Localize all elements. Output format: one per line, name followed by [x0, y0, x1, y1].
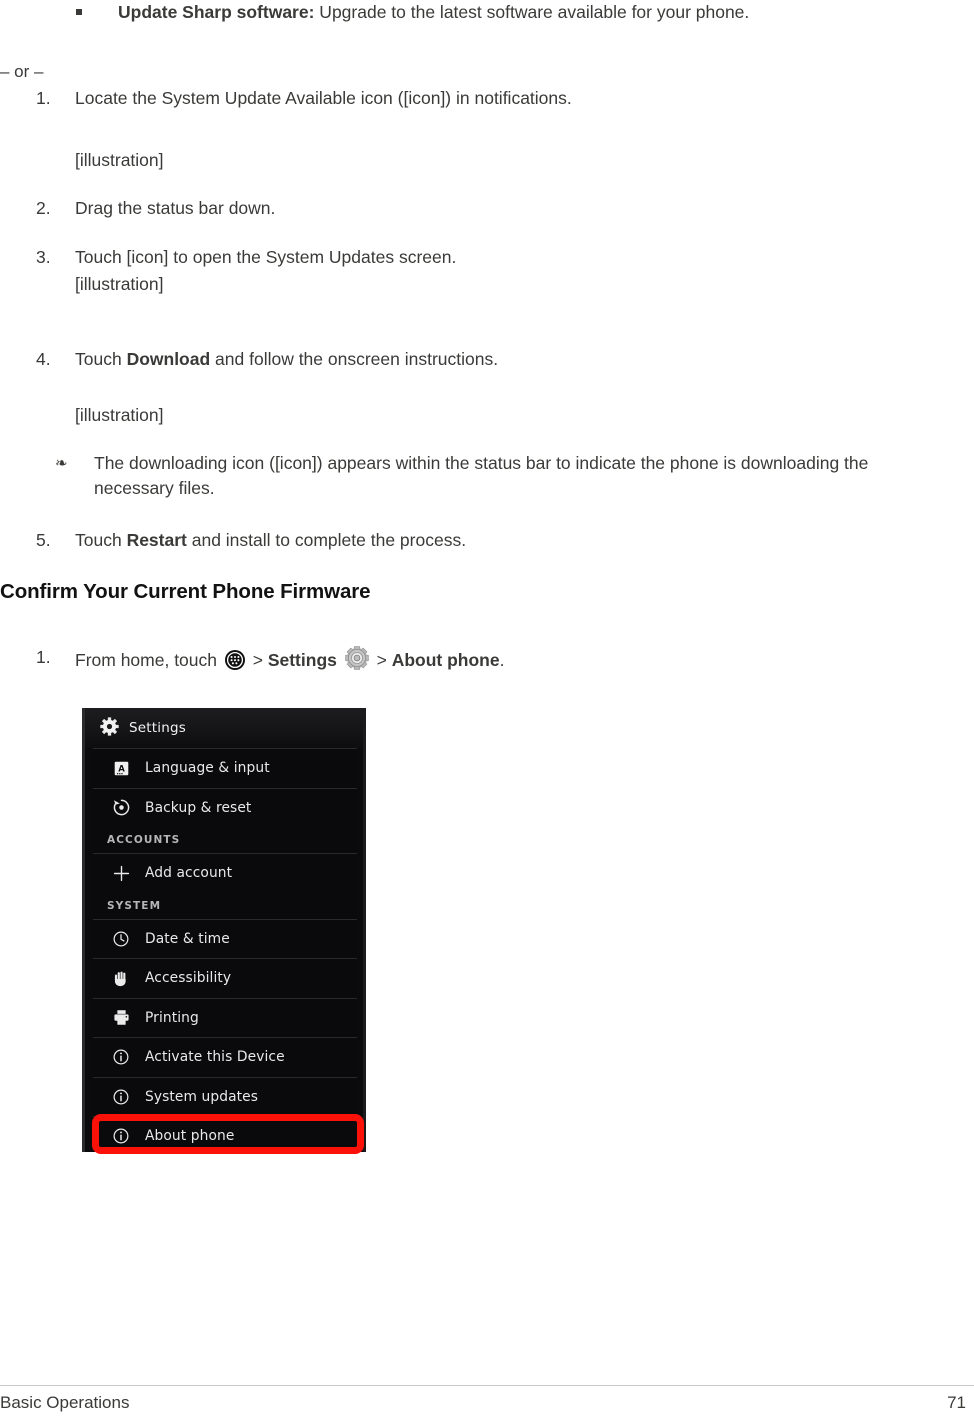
gear-icon — [344, 645, 370, 678]
or-separator: – or – — [0, 62, 44, 81]
android-settings-screenshot: Settings A Language & input Backup & res… — [82, 708, 366, 1154]
confirm-step-sep-1: > — [247, 650, 268, 670]
confirm-step-text-1: From home, touch — [75, 650, 222, 670]
language-icon: A — [110, 757, 132, 779]
app-drawer-icon — [224, 649, 246, 678]
settings-header: Settings — [85, 708, 363, 748]
step-number: 3. — [36, 247, 51, 267]
step-3: 3. Touch [icon] to open the System Updat… — [0, 245, 974, 270]
illustration-placeholder-3: [illustration] — [75, 405, 164, 425]
footer-page-number: 71 — [947, 1393, 966, 1412]
step-number: 5. — [36, 530, 51, 550]
settings-label: Settings — [267, 650, 337, 670]
settings-row-date-time[interactable]: Date & time — [93, 918, 357, 958]
step-number: 1. — [36, 88, 51, 108]
square-bullet-icon — [76, 9, 82, 15]
step-text-pre: Touch — [75, 530, 127, 550]
footer-section-label: Basic Operations — [0, 1393, 130, 1412]
gear-icon — [100, 716, 119, 740]
settings-row-label: Accessibility — [145, 970, 232, 987]
about-phone-label: About phone — [391, 650, 500, 670]
note-text: The downloading icon ([icon]) appears wi… — [94, 453, 869, 498]
step-4: 4. Touch Download and follow the onscree… — [0, 347, 974, 372]
settings-category-accounts: ACCOUNTS — [93, 827, 357, 853]
phone-screen: Settings A Language & input Backup & res… — [82, 708, 366, 1152]
settings-row-printing[interactable]: Printing — [93, 997, 357, 1037]
settings-row-language-input[interactable]: A Language & input — [93, 748, 357, 788]
confirm-step-1: 1. From home, touch > Settings > About p… — [0, 645, 974, 678]
bullet-description: Upgrade to the latest software available… — [314, 2, 750, 22]
bullet-term: Update Sharp software: — [118, 2, 315, 22]
step-text-post: and follow the onscreen instructions. — [210, 349, 499, 369]
step-5: 5. Touch Restart and install to complete… — [0, 528, 974, 553]
settings-category-system: SYSTEM — [93, 892, 357, 919]
step-text-bold: Restart — [126, 530, 187, 550]
step-text-post: and install to complete the process. — [186, 530, 467, 550]
settings-row-label: Printing — [145, 1009, 199, 1026]
step-number: 1. — [36, 647, 51, 667]
step-text: Locate the System Update Available icon … — [75, 88, 572, 108]
page-footer: Basic Operations 71 — [0, 1385, 974, 1420]
settings-row-about-phone[interactable]: About phone — [93, 1116, 357, 1152]
step-2: 2. Drag the status bar down. — [0, 196, 974, 221]
settings-title: Settings — [129, 720, 186, 736]
settings-row-backup-reset[interactable]: Backup & reset — [93, 787, 357, 827]
settings-row-system-updates[interactable]: System updates — [93, 1076, 357, 1116]
svg-text:A: A — [118, 764, 125, 774]
plus-icon — [110, 862, 132, 884]
info-icon — [110, 1086, 132, 1108]
step-text: Drag the status bar down. — [75, 198, 276, 218]
settings-row-label: Language & input — [145, 760, 270, 777]
info-icon — [110, 1125, 132, 1147]
step-1: 1. Locate the System Update Available ic… — [0, 86, 974, 111]
info-icon — [110, 1046, 132, 1068]
illustration-placeholder-1: [illustration] — [75, 150, 164, 170]
backup-reset-icon — [110, 797, 132, 819]
step-number: 2. — [36, 198, 51, 218]
settings-row-label: About phone — [145, 1128, 235, 1145]
confirm-step-sep-2: > — [371, 650, 392, 670]
settings-row-label: Backup & reset — [145, 799, 252, 816]
settings-row-label: Activate this Device — [145, 1049, 285, 1066]
illustration-placeholder-2: [illustration] — [75, 274, 164, 294]
printer-icon — [110, 1007, 132, 1029]
note-downloading-icon: ❧ The downloading icon ([icon]) appears … — [0, 451, 884, 501]
diamond-bullet-icon: ❧ — [55, 455, 68, 472]
settings-row-add-account[interactable]: Add account — [93, 853, 357, 893]
clock-icon — [110, 928, 132, 950]
step-number: 4. — [36, 349, 51, 369]
bullet-update-sharp-software: Update Sharp software: Upgrade to the la… — [0, 0, 974, 25]
settings-row-label: Add account — [145, 865, 233, 882]
hand-icon — [110, 967, 132, 989]
step-text: Touch [icon] to open the System Updates … — [75, 247, 457, 267]
step-text-pre: Touch — [75, 349, 127, 369]
document-page: Update Sharp software: Upgrade to the la… — [0, 0, 974, 1420]
confirm-step-period: . — [499, 650, 505, 670]
settings-row-label: Date & time — [145, 930, 230, 947]
settings-row-label: System updates — [145, 1088, 259, 1105]
step-text-bold: Download — [126, 349, 211, 369]
settings-row-activate-this-device[interactable]: Activate this Device — [93, 1037, 357, 1077]
section-heading: Confirm Your Current Phone Firmware — [0, 580, 371, 603]
settings-row-accessibility[interactable]: Accessibility — [93, 958, 357, 998]
